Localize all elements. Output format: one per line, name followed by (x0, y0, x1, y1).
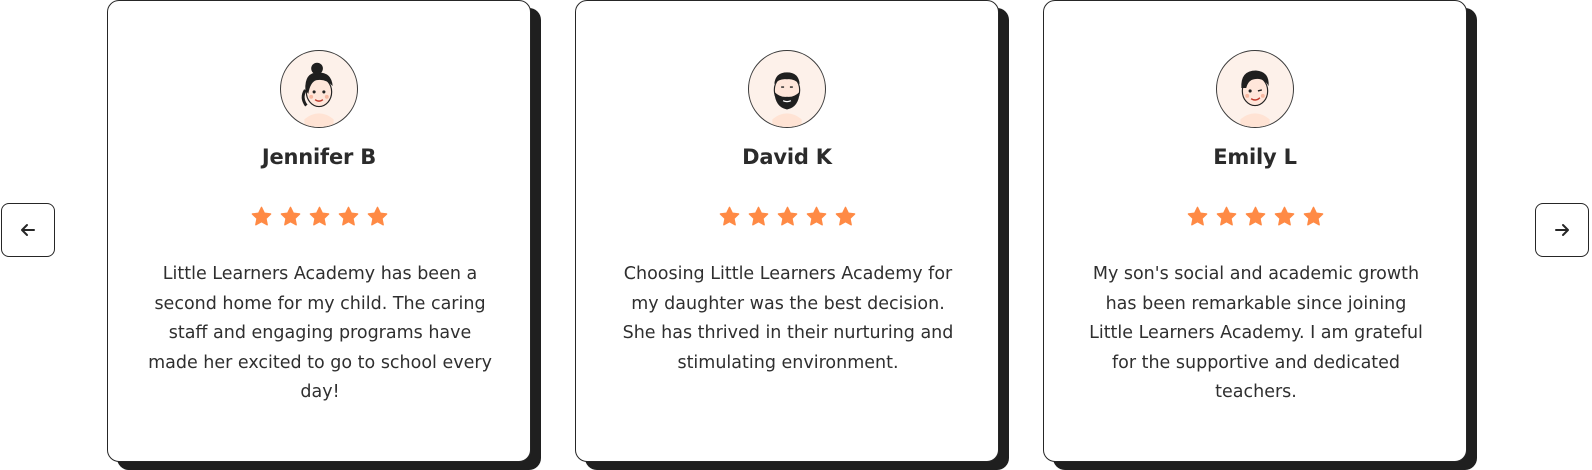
star-icon (835, 206, 855, 226)
testimonial-card: Jennifer B Little Learners Academy has b… (107, 0, 541, 470)
testimonial-card-body: Emily L My son's social and academic gro… (1043, 0, 1467, 462)
star-icon (1245, 206, 1265, 226)
next-button[interactable] (1535, 203, 1589, 257)
woman-avatar-icon (1240, 70, 1270, 127)
star-icon (367, 206, 387, 226)
testimonial-quote: My son's social and academic growth has … (1089, 264, 1423, 402)
star-rating (1044, 205, 1466, 228)
avatar (1216, 50, 1294, 128)
star-icon (1303, 206, 1323, 226)
star-icon (1187, 206, 1207, 226)
star-icon (1216, 206, 1236, 226)
testimonial-card: Emily L My son's social and academic gro… (1043, 0, 1477, 470)
star-rating (108, 205, 530, 228)
star-icon (338, 206, 358, 226)
star-icon (719, 206, 739, 226)
testimonial-card-body: David K Choosing Little Learners Academy… (575, 0, 999, 462)
avatar (280, 50, 358, 128)
bearded-man-avatar-icon (772, 72, 802, 127)
testimonial-card-body: Jennifer B Little Learners Academy has b… (107, 0, 531, 462)
testimonial-card: David K Choosing Little Learners Academy… (575, 0, 1009, 470)
arrow-right-icon (1555, 224, 1569, 236)
previous-button[interactable] (1, 203, 55, 257)
star-icon (1274, 206, 1294, 226)
star-rating (576, 205, 998, 228)
star-icon (251, 206, 271, 226)
testimonial-quote: Choosing Little Learners Academy for my … (622, 264, 954, 373)
reviewer-name: Jennifer B (261, 145, 377, 169)
star-icon (777, 206, 797, 226)
arrow-left-icon (21, 224, 35, 236)
reviewer-name: Emily L (1213, 145, 1297, 169)
testimonial-quote: Little Learners Academy has been a secon… (148, 264, 492, 402)
star-icon (309, 206, 329, 226)
girl-avatar-icon (301, 62, 334, 127)
avatar (748, 50, 826, 128)
reviewer-name: David K (742, 145, 832, 169)
star-icon (806, 206, 826, 226)
star-icon (280, 206, 300, 226)
star-icon (748, 206, 768, 226)
